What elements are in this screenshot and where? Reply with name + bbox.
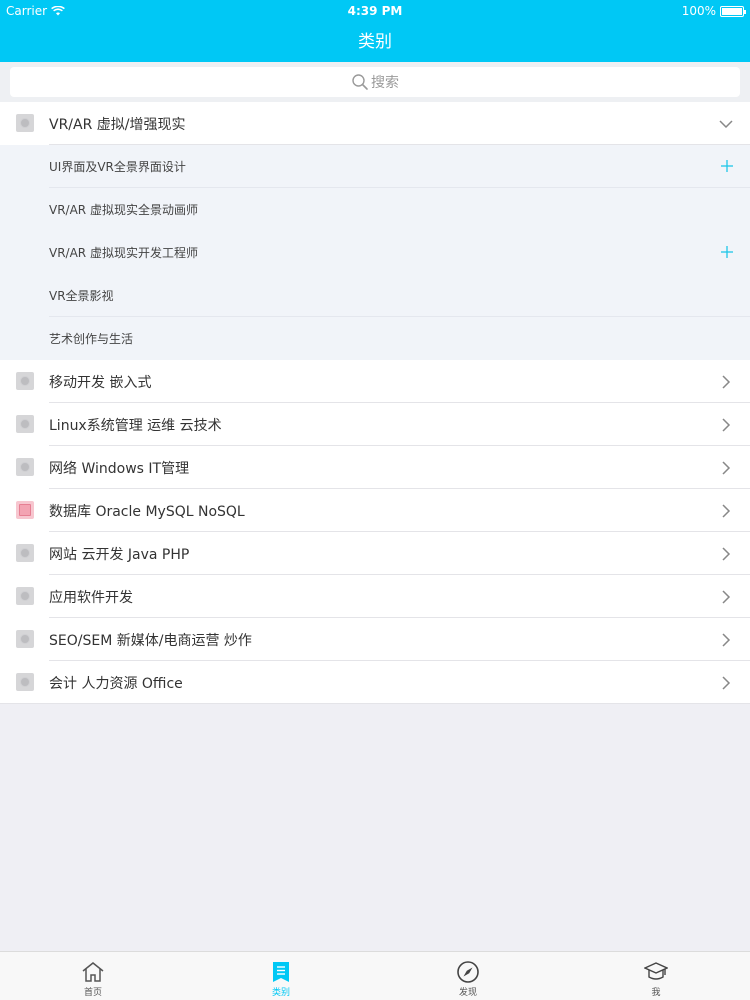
subcategory-row[interactable]: VR/AR 虚拟现实开发工程师: [0, 231, 750, 274]
battery-icon: [720, 5, 746, 17]
subcategory-label: UI界面及VR全景界面设计: [49, 160, 186, 174]
nav-bar: 类别: [0, 22, 750, 62]
subcategory-label: VR/AR 虚拟现实开发工程师: [49, 246, 198, 260]
tab-me[interactable]: 我: [626, 952, 686, 1000]
category-row-seo[interactable]: SEO/SEM 新媒体/电商运营 炒作: [0, 618, 750, 661]
tab-category-label: 类别: [271, 988, 290, 998]
page-title: 类别: [358, 32, 392, 52]
battery-percent: 100%: [681, 4, 716, 18]
category-thumbnail-icon: [16, 458, 34, 476]
category-label: 网络 Windows IT管理: [49, 460, 190, 477]
compass-icon: [457, 961, 479, 983]
subcategory-row[interactable]: UI界面及VR全景界面设计: [0, 145, 750, 188]
chevron-right-icon: [722, 504, 731, 518]
plus-icon[interactable]: [720, 245, 734, 259]
tab-home-label: 首页: [83, 988, 102, 998]
category-row-software[interactable]: 应用软件开发: [0, 575, 750, 618]
tab-home[interactable]: 首页: [63, 952, 123, 1000]
chevron-right-icon: [722, 418, 731, 432]
category-row-linux[interactable]: Linux系统管理 运维 云技术: [0, 403, 750, 446]
category-row-accounting[interactable]: 会计 人力资源 Office: [0, 661, 750, 704]
tab-bar: 首页 类别 发现 我: [0, 951, 750, 1000]
chevron-right-icon: [722, 590, 731, 604]
category-label: 会计 人力资源 Office: [49, 675, 183, 692]
search-icon: [352, 74, 368, 90]
category-label: 数据库 Oracle MySQL NoSQL: [49, 503, 245, 520]
category-row-vr-ar[interactable]: VR/AR 虚拟/增强现实: [0, 102, 750, 145]
category-thumbnail-icon: [16, 114, 34, 132]
search-area: 搜索: [0, 62, 750, 102]
search-placeholder: 搜索: [371, 75, 399, 91]
chevron-down-icon: [719, 120, 733, 129]
category-row-mobile[interactable]: 移动开发 嵌入式: [0, 360, 750, 403]
category-thumbnail-icon: [16, 673, 34, 691]
category-list: VR/AR 虚拟/增强现实 UI界面及VR全景界面设计 VR/AR 虚拟现实全景…: [0, 102, 750, 704]
plus-icon[interactable]: [720, 159, 734, 173]
subcategory-label: VR/AR 虚拟现实全景动画师: [49, 203, 198, 217]
category-row-database[interactable]: 数据库 Oracle MySQL NoSQL: [0, 489, 750, 532]
subcategory-row[interactable]: VR全景影视: [0, 274, 750, 317]
category-label: SEO/SEM 新媒体/电商运营 炒作: [49, 632, 252, 649]
category-label: Linux系统管理 运维 云技术: [49, 417, 222, 434]
chevron-right-icon: [722, 461, 731, 475]
category-thumbnail-icon: [16, 544, 34, 562]
category-thumbnail-icon: [16, 630, 34, 648]
tab-me-label: 我: [651, 988, 661, 998]
tab-discover-label: 发现: [458, 988, 477, 998]
chevron-right-icon: [722, 676, 731, 690]
category-row-network[interactable]: 网络 Windows IT管理: [0, 446, 750, 489]
chevron-right-icon: [722, 547, 731, 561]
chevron-right-icon: [722, 375, 731, 389]
subcategory-row[interactable]: VR/AR 虚拟现实全景动画师: [0, 188, 750, 231]
subcategory-row[interactable]: 艺术创作与生活: [0, 317, 750, 360]
database-category-icon: [16, 501, 34, 519]
category-label: 移动开发 嵌入式: [49, 374, 152, 391]
category-thumbnail-icon: [16, 587, 34, 605]
category-row-web[interactable]: 网站 云开发 Java PHP: [0, 532, 750, 575]
category-thumbnail-icon: [16, 415, 34, 433]
search-input[interactable]: 搜索: [10, 67, 740, 97]
subcategory-label: VR全景影视: [49, 289, 114, 303]
subcategory-label: 艺术创作与生活: [49, 332, 134, 346]
list-icon: [273, 962, 289, 982]
category-thumbnail-icon: [16, 372, 34, 390]
status-bar: Carrier 4:39 PM 100%: [0, 0, 750, 22]
category-label: 应用软件开发: [49, 589, 133, 606]
category-label: 网站 云开发 Java PHP: [49, 546, 190, 563]
category-label: VR/AR 虚拟/增强现实: [49, 116, 186, 133]
home-icon: [82, 962, 104, 982]
tab-discover[interactable]: 发现: [438, 952, 498, 1000]
status-right: 100%: [681, 4, 746, 18]
tab-category[interactable]: 类别: [251, 952, 311, 1000]
chevron-right-icon: [722, 633, 731, 647]
status-time: 4:39 PM: [347, 4, 403, 18]
graduation-cap-icon: [644, 962, 668, 980]
